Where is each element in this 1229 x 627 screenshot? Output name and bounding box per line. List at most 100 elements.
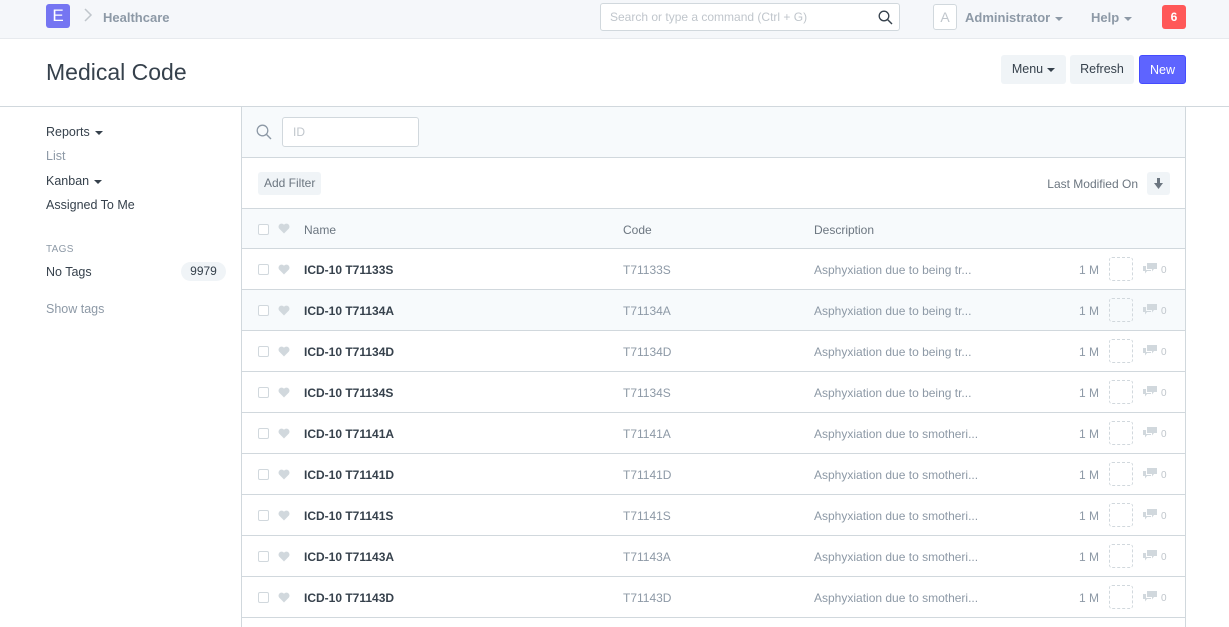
assign-placeholder[interactable]: [1109, 380, 1133, 404]
user-menu-label: Administrator: [965, 10, 1051, 25]
avatar[interactable]: A: [933, 4, 957, 30]
sort-selector[interactable]: Last Modified On: [1047, 177, 1138, 191]
comment-count: 0: [1161, 388, 1167, 399]
list-row[interactable]: ICD-10 T71141A T71141A Asphyxiation due …: [242, 413, 1185, 454]
row-name-link[interactable]: ICD-10 T71143D: [304, 591, 394, 605]
heart-icon[interactable]: [278, 428, 290, 439]
list-panel: Add Filter Last Modified On Name Code De…: [241, 107, 1186, 627]
list-row[interactable]: ICD-10 T71141S T71141S Asphyxiation due …: [242, 495, 1185, 536]
list-row[interactable]: ICD-10 T71134D T71134D Asphyxiation due …: [242, 331, 1185, 372]
assign-placeholder[interactable]: [1109, 544, 1133, 568]
show-tags-link[interactable]: Show tags: [46, 302, 104, 316]
row-code: T71141S: [623, 509, 671, 523]
heart-icon[interactable]: [278, 387, 290, 398]
id-filter-input[interactable]: [282, 117, 419, 147]
caret-down-icon: [1055, 16, 1064, 21]
heart-icon[interactable]: [278, 510, 290, 521]
row-code: T71134D: [623, 345, 672, 359]
row-code: T71141D: [623, 468, 672, 482]
notification-badge[interactable]: 6: [1162, 5, 1186, 29]
row-checkbox[interactable]: [258, 592, 269, 603]
row-name-link[interactable]: ICD-10 T71134A: [304, 304, 394, 318]
list-row[interactable]: ICD-10 T71134A T71134A Asphyxiation due …: [242, 290, 1185, 331]
list-row[interactable]: ICD-10 T71143D T71143D Asphyxiation due …: [242, 577, 1185, 618]
row-checkbox[interactable]: [258, 346, 269, 357]
heart-icon[interactable]: [278, 551, 290, 562]
heart-icon[interactable]: [278, 592, 290, 603]
row-name-link[interactable]: ICD-10 T71141D: [304, 468, 394, 482]
comment-count: 0: [1161, 593, 1167, 604]
add-filter-button[interactable]: Add Filter: [258, 172, 322, 195]
assign-placeholder[interactable]: [1109, 421, 1133, 445]
comment-count: 0: [1161, 347, 1167, 358]
row-checkbox[interactable]: [258, 428, 269, 439]
sidebar-item-no-tags[interactable]: No Tags: [46, 265, 92, 279]
row-description: Asphyxiation due to smotheri...: [814, 468, 979, 482]
filter-sort-bar: Add Filter Last Modified On: [242, 158, 1185, 209]
row-name-link[interactable]: ICD-10 T71134D: [304, 345, 394, 359]
select-all-checkbox[interactable]: [258, 224, 269, 235]
heart-icon[interactable]: [278, 469, 290, 480]
assign-placeholder[interactable]: [1109, 585, 1133, 609]
breadcrumb-healthcare[interactable]: Healthcare: [103, 10, 169, 25]
list-rows: ICD-10 T71133S T71133S Asphyxiation due …: [242, 249, 1185, 618]
caret-down-icon: [94, 179, 103, 184]
page-header: Medical Code Menu Refresh New: [0, 39, 1229, 107]
heart-icon[interactable]: [278, 223, 290, 234]
comments-icon: [1143, 386, 1157, 397]
row-description: Asphyxiation due to smotheri...: [814, 591, 979, 605]
row-checkbox[interactable]: [258, 551, 269, 562]
row-code: T71143A: [623, 550, 671, 564]
row-modified: 1 M: [1079, 263, 1100, 277]
row-checkbox[interactable]: [258, 305, 269, 316]
row-checkbox[interactable]: [258, 469, 269, 480]
search-icon[interactable]: [878, 10, 893, 25]
search-input[interactable]: [601, 4, 861, 30]
row-name-link[interactable]: ICD-10 T71141S: [304, 509, 393, 523]
list-row[interactable]: ICD-10 T71133S T71133S Asphyxiation due …: [242, 249, 1185, 290]
row-name-link[interactable]: ICD-10 T71143A: [304, 550, 394, 564]
comment-count: 0: [1161, 429, 1167, 440]
row-name-link[interactable]: ICD-10 T71141A: [304, 427, 394, 441]
user-menu[interactable]: Administrator: [965, 10, 1064, 25]
assign-placeholder[interactable]: [1109, 503, 1133, 527]
sidebar-item-list[interactable]: List: [46, 149, 65, 163]
comment-count: 0: [1161, 511, 1167, 522]
list-row[interactable]: ICD-10 T71143A T71143A Asphyxiation due …: [242, 536, 1185, 577]
comment-count: 0: [1161, 470, 1167, 481]
heart-icon[interactable]: [278, 346, 290, 357]
row-checkbox[interactable]: [258, 510, 269, 521]
refresh-button[interactable]: Refresh: [1070, 55, 1134, 84]
assign-placeholder[interactable]: [1109, 298, 1133, 322]
heart-icon[interactable]: [278, 305, 290, 316]
assign-placeholder[interactable]: [1109, 462, 1133, 486]
row-name-link[interactable]: ICD-10 T71133S: [304, 263, 393, 277]
comments-icon: [1143, 591, 1157, 602]
caret-down-icon: [1124, 16, 1133, 21]
row-name-link[interactable]: ICD-10 T71134S: [304, 386, 393, 400]
help-menu[interactable]: Help: [1091, 10, 1133, 25]
sort-order-button[interactable]: [1147, 172, 1170, 195]
sidebar-item-kanban[interactable]: Kanban: [46, 174, 103, 188]
row-checkbox[interactable]: [258, 264, 269, 275]
sidebar-item-reports[interactable]: Reports: [46, 125, 103, 139]
row-description: Asphyxiation due to smotheri...: [814, 550, 979, 564]
assign-placeholder[interactable]: [1109, 257, 1133, 281]
comment-count: 0: [1161, 306, 1167, 317]
sidebar-item-label: Reports: [46, 125, 90, 139]
heart-icon[interactable]: [278, 264, 290, 275]
menu-button[interactable]: Menu: [1001, 55, 1066, 84]
sidebar-item-label: Kanban: [46, 174, 90, 188]
row-checkbox[interactable]: [258, 387, 269, 398]
sidebar-item-assigned-to-me[interactable]: Assigned To Me: [46, 198, 135, 212]
list-row[interactable]: ICD-10 T71141D T71141D Asphyxiation due …: [242, 454, 1185, 495]
list-row[interactable]: ICD-10 T71134S T71134S Asphyxiation due …: [242, 372, 1185, 413]
app-logo[interactable]: E: [46, 4, 70, 28]
standard-filter-area: [242, 107, 1185, 158]
new-button[interactable]: New: [1139, 55, 1186, 84]
help-menu-label: Help: [1091, 10, 1120, 25]
row-modified: 1 M: [1079, 509, 1100, 523]
row-description: Asphyxiation due to smotheri...: [814, 427, 979, 441]
assign-placeholder[interactable]: [1109, 339, 1133, 363]
caret-down-icon: [94, 130, 103, 135]
